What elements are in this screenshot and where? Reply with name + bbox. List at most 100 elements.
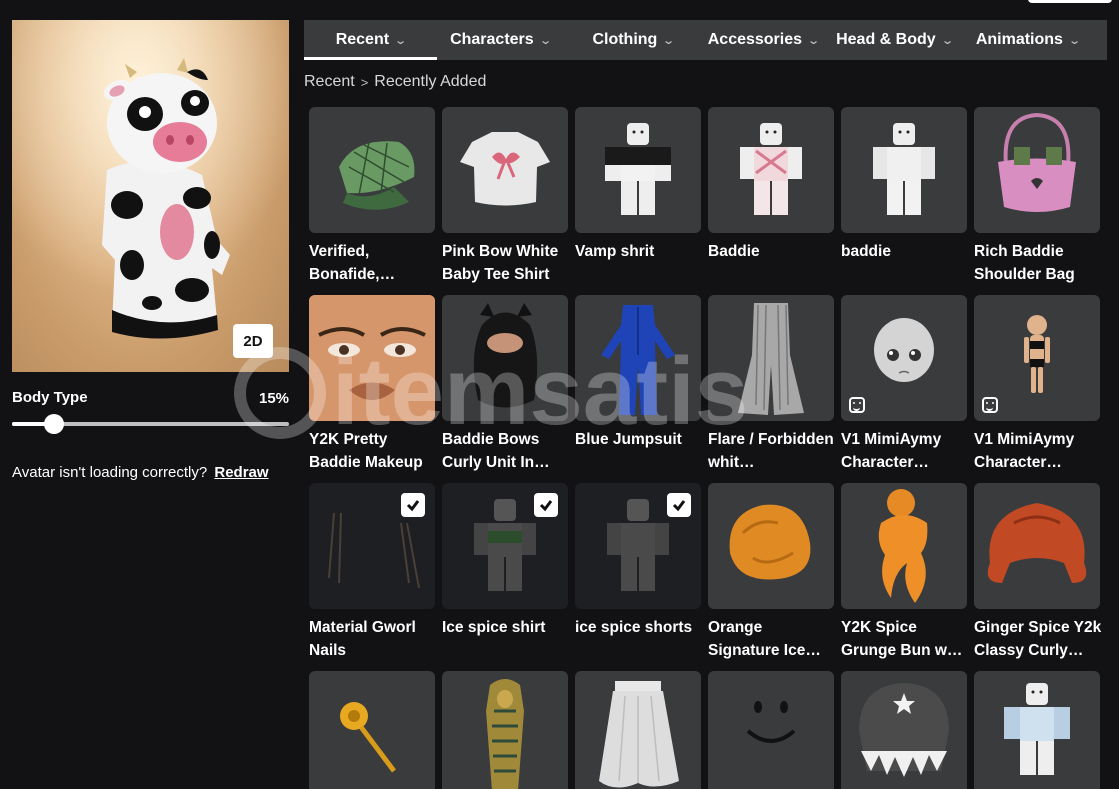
equipped-check-icon[interactable] [401,493,425,517]
item-card[interactable] [974,671,1100,789]
body-type-label: Body Type [12,389,88,406]
body-type-slider-thumb[interactable] [43,414,64,434]
item-thumbnail [841,671,967,789]
item-card[interactable]: V1 MimiAymy Character… [841,295,967,474]
tab-clothing[interactable]: Clothing ⌄ [563,20,703,60]
redraw-link[interactable]: Redraw [214,464,268,481]
body-type-slider[interactable] [12,414,289,434]
item-name: Baddie Bows Curly Unit In… [442,431,550,471]
item-name: Blue Jumpsuit [575,431,682,448]
item-name: Baddie [708,243,760,260]
item-thumbnail [575,295,701,421]
chevron-down-icon: ⌄ [807,34,821,47]
item-thumbnail [575,107,701,233]
item-thumbnail [309,295,435,421]
item-card[interactable]: Ice spice shirt [442,483,568,639]
breadcrumb-current: Recently Added [374,73,487,90]
item-name: Verified, Bonafide,… [309,243,396,283]
item-card[interactable]: Orange Signature Ice… [708,483,834,662]
item-thumbnail [841,483,967,609]
item-card[interactable]: Baddie [708,107,834,263]
tab-characters[interactable]: Characters ⌄ [437,20,563,60]
item-card[interactable]: Material Gworl Nails [309,483,435,662]
item-name: Material Gworl Nails [309,619,416,659]
tab-accessories[interactable]: Accessories ⌄ [703,20,823,60]
equipped-check-icon[interactable] [667,493,691,517]
orange-hair-icon [729,504,811,580]
pharaoh-sarcophagus-icon [486,679,524,789]
blue-jumpsuit-icon [601,305,675,415]
item-thumbnail [442,483,568,609]
item-card[interactable]: Pink Bow White Baby Tee Shirt [442,107,568,286]
tab-label: Clothing [592,31,658,48]
item-name: Flare / Forbidden whit… [708,431,834,471]
item-thumbnail [974,107,1100,233]
item-thumbnail [309,671,435,789]
item-thumbnail [708,483,834,609]
item-thumbnail [309,107,435,233]
item-name: Pink Bow White Baby Tee Shirt [442,243,559,283]
bundle-icon [849,397,865,413]
item-name: Y2K Spice Grunge Bun w… [841,619,963,659]
item-card[interactable]: ice spice shorts [575,483,701,639]
top-right-button[interactable] [1028,0,1112,3]
item-thumbnail [841,295,967,421]
bundle-icon [982,397,998,413]
tab-head-body[interactable]: Head & Body ⌄ [823,20,965,60]
equipped-check-icon[interactable] [534,493,558,517]
item-card[interactable]: Vamp shrit [575,107,701,263]
item-card[interactable] [708,671,834,789]
item-thumbnail [442,295,568,421]
ushanka-hat-icon [859,683,949,777]
body-type-value: 15% [259,390,290,407]
tab-animations[interactable]: Animations ⌄ [965,20,1090,60]
item-name: Ice spice shirt [442,619,546,636]
item-name: Rich Baddie Shoulder Bag [974,243,1075,283]
item-name: baddie [841,243,891,260]
item-card[interactable]: Verified, Bonafide,… [309,107,435,286]
item-thumbnail [974,671,1100,789]
item-thumbnail [442,671,568,789]
item-card[interactable]: baddie [841,107,967,263]
item-card[interactable]: V1 MimiAymy Character… [974,295,1100,474]
item-card[interactable]: Flare / Forbidden whit… [708,295,834,474]
item-card[interactable]: Ginger Spice Y2k Classy Curly Bob [974,483,1102,662]
breadcrumb-root[interactable]: Recent [304,73,355,91]
avatar-cow-icon [12,20,289,372]
item-card[interactable] [575,671,701,789]
tab-recent[interactable]: Recent ⌄ [304,20,437,60]
item-card[interactable]: Rich Baddie Shoulder Bag [974,107,1100,286]
category-tabs: Recent ⌄ Characters ⌄ Clothing ⌄ Accessorie… [304,20,1107,60]
redraw-row: Avatar isn't loading correctly? Redraw [12,464,269,481]
breadcrumb: Recent > Recently Added [304,73,486,91]
item-card[interactable]: Baddie Bows Curly Unit In… [442,295,568,474]
item-name: V1 MimiAymy Character… [841,431,942,471]
item-card[interactable]: Blue Jumpsuit [575,295,701,451]
item-thumbnail [309,483,435,609]
white-skirt-icon [599,681,679,788]
chevron-down-icon: ⌄ [1068,34,1082,47]
item-thumbnail [974,483,1100,609]
item-card[interactable] [309,671,435,789]
ginger-bob-icon [987,503,1087,583]
chevron-down-icon: ⌄ [662,34,676,47]
avatar-black-top-icon [605,123,671,215]
item-card[interactable] [841,671,967,789]
item-thumbnail [708,107,834,233]
flare-pants-icon [738,303,804,415]
item-card[interactable]: Y2K Pretty Baddie Makeup [309,295,435,474]
tab-label: Head & Body [836,31,936,48]
item-card[interactable]: Y2K Spice Grunge Bun w… [841,483,967,662]
item-name: Vamp shrit [575,243,655,260]
tab-label: Accessories [707,31,803,48]
item-name: ice spice shorts [575,619,693,636]
avatar-pink-outfit-icon [740,123,802,215]
tab-label: Characters [450,31,534,48]
avatar-preview[interactable]: 2D [12,20,289,372]
toggle-2d-button[interactable]: 2D [233,324,273,358]
item-thumbnail [841,107,967,233]
item-card[interactable] [442,671,568,789]
item-name: Ginger Spice Y2k Classy Curly Bob [974,619,1102,659]
item-thumbnail [442,107,568,233]
smile-face-icon [746,701,796,743]
